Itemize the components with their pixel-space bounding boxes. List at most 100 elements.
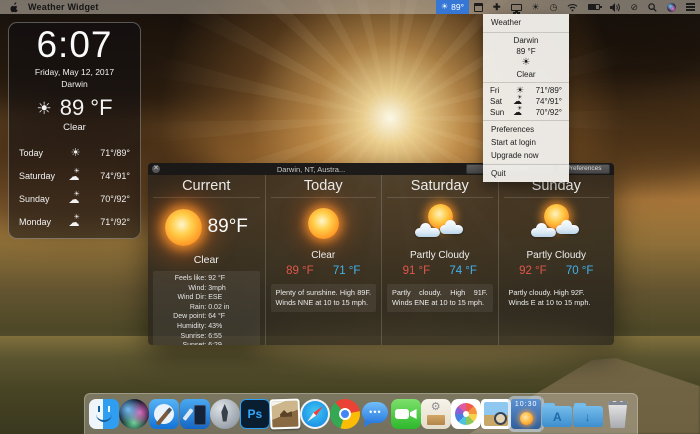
menu-item-quit[interactable]: Quit <box>483 167 569 180</box>
partly-cloudy-icon: ☀☁ <box>63 192 88 206</box>
wifi-icon[interactable] <box>562 0 583 14</box>
window-title: Darwin, NT, Austra... <box>160 165 462 174</box>
high-temperature: 91 °F <box>403 265 431 277</box>
window-manager-icon[interactable] <box>469 0 488 14</box>
applications-folder-icon: A <box>542 406 572 427</box>
dock-siri[interactable] <box>119 399 149 429</box>
partly-cloudy-icon: ☀☁ <box>63 215 88 229</box>
detail-label: Sunset: <box>157 341 208 345</box>
health-plus-icon[interactable]: ✚ <box>488 0 506 14</box>
detail-value: ESE <box>208 293 255 303</box>
forecast-range: 71°/92° <box>88 217 130 227</box>
dropdown-condition: Clear <box>483 69 569 80</box>
facetime-icon <box>391 399 421 429</box>
photoshop-icon: Ps <box>240 399 270 429</box>
menubar-weather-item[interactable]: ☀ 89° <box>436 0 469 14</box>
menu-item-upgrade-now[interactable]: Upgrade now <box>483 149 569 162</box>
menu-separator <box>483 82 569 83</box>
detail-value: 92 °F <box>208 274 255 284</box>
partly-cloudy-icon: ☀☁ <box>63 169 88 183</box>
high-temperature: 89 °F <box>286 265 314 277</box>
installer-icon <box>421 399 451 429</box>
detail-label: Dew point: <box>157 312 208 322</box>
current-condition: Clear <box>153 254 260 266</box>
dock-weather-widget[interactable]: 10:30 <box>511 399 541 429</box>
dock-image-file[interactable] <box>270 399 300 429</box>
forecast-range: 71°/89° <box>528 86 562 95</box>
forecast-range: 70°/92° <box>528 108 562 117</box>
chrome-icon <box>330 399 360 429</box>
clock-time: 6:07 <box>9 25 140 65</box>
downloads-folder-icon: ↓ <box>573 406 603 427</box>
close-button[interactable]: ✕ <box>152 165 160 173</box>
brightness-icon[interactable]: ☀ <box>527 0 545 14</box>
menu-item-preferences[interactable]: Preferences <box>483 123 569 136</box>
siri-icon <box>119 399 149 429</box>
menubar-temperature: 89° <box>451 2 464 12</box>
dock-photos[interactable] <box>451 399 481 429</box>
detail-label: Humidity: <box>157 322 208 332</box>
menu-separator <box>483 120 569 121</box>
forecast-day: Fri <box>490 86 512 95</box>
battery-icon[interactable] <box>583 0 605 14</box>
safari-icon <box>300 399 330 429</box>
dock-preview[interactable] <box>481 399 511 429</box>
forecast-day: Today <box>19 148 63 158</box>
weather-app-icon: 10:30 <box>511 399 541 429</box>
dock-xcode[interactable] <box>149 399 179 429</box>
widget-temperature: 89 °F <box>60 95 113 121</box>
sun-icon: ☀ <box>63 146 88 159</box>
dropdown-city: Darwin <box>483 35 569 46</box>
forecast-day: Sunday <box>19 194 63 204</box>
finder-icon <box>89 399 119 429</box>
menu-item-start-at-login[interactable]: Start at login <box>483 136 569 149</box>
partly-cloudy-icon <box>529 204 583 242</box>
dock-messages[interactable] <box>360 399 390 429</box>
forecast-day: Monday <box>19 217 63 227</box>
current-temperature: 89°F <box>208 216 248 238</box>
dock-finder[interactable] <box>89 399 119 429</box>
messages-icon <box>360 399 390 429</box>
column-sunday: Sunday Partly Cloudy 92 °F 70 °F Partly … <box>498 175 615 345</box>
forecast-range: 74°/91° <box>528 97 562 106</box>
display-icon[interactable] <box>506 0 527 14</box>
detail-label: Sunrise: <box>157 332 208 342</box>
column-header: Today <box>271 178 377 198</box>
spotlight-search-icon[interactable] <box>643 0 662 14</box>
dropdown-app-name: Weather <box>483 14 569 30</box>
active-app-title[interactable]: Weather Widget <box>28 2 99 12</box>
dock-installer[interactable] <box>421 399 451 429</box>
forecast-range: 71°/89° <box>88 148 130 158</box>
dock-xcode-device[interactable] <box>180 399 210 429</box>
dock-facetime[interactable] <box>391 399 421 429</box>
low-temperature: 71 °F <box>333 265 361 277</box>
partly-cloudy-icon <box>413 204 467 242</box>
day-condition: Partly Cloudy <box>504 250 610 261</box>
forecast-range: 74°/91° <box>88 171 130 181</box>
apple-menu-icon[interactable] <box>10 2 19 13</box>
dock-applications-folder[interactable]: A <box>542 399 572 429</box>
notification-center-icon[interactable] <box>681 0 700 14</box>
detail-value: 0.02 in <box>208 303 255 313</box>
siri-icon[interactable] <box>662 0 681 14</box>
volume-icon[interactable] <box>605 0 625 14</box>
day-description: Partly cloudy. High 91F. Winds ENE at 10… <box>387 284 493 312</box>
forecast-row: Today ☀ 71°/89° <box>19 141 130 164</box>
dock-trash[interactable] <box>603 399 633 429</box>
weather-menu-dropdown: Weather Darwin 89 °F ☀ Clear Fri ☀ 71°/8… <box>483 14 569 182</box>
detail-value: 6:55 <box>208 332 255 342</box>
detail-value: 3mph <box>208 284 255 294</box>
dock-photoshop[interactable]: Ps <box>240 399 270 429</box>
detail-value: 6:29 <box>208 341 255 345</box>
dock-chrome[interactable] <box>330 399 360 429</box>
timer-icon[interactable]: ⊘ <box>625 0 643 14</box>
widget-condition: Clear <box>9 122 140 133</box>
detail-value: 64 °F <box>208 312 255 322</box>
day-description: Plenty of sunshine. High 89F. Winds NNE … <box>271 284 377 312</box>
dock-rocket-app[interactable] <box>210 399 240 429</box>
dock-safari[interactable] <box>300 399 330 429</box>
dock-downloads-folder[interactable]: ↓ <box>573 399 603 429</box>
time-machine-icon[interactable]: ◷ <box>545 0 563 14</box>
day-condition: Clear <box>271 250 377 261</box>
forecast-row: Monday ☀☁ 71°/92° <box>19 210 130 233</box>
